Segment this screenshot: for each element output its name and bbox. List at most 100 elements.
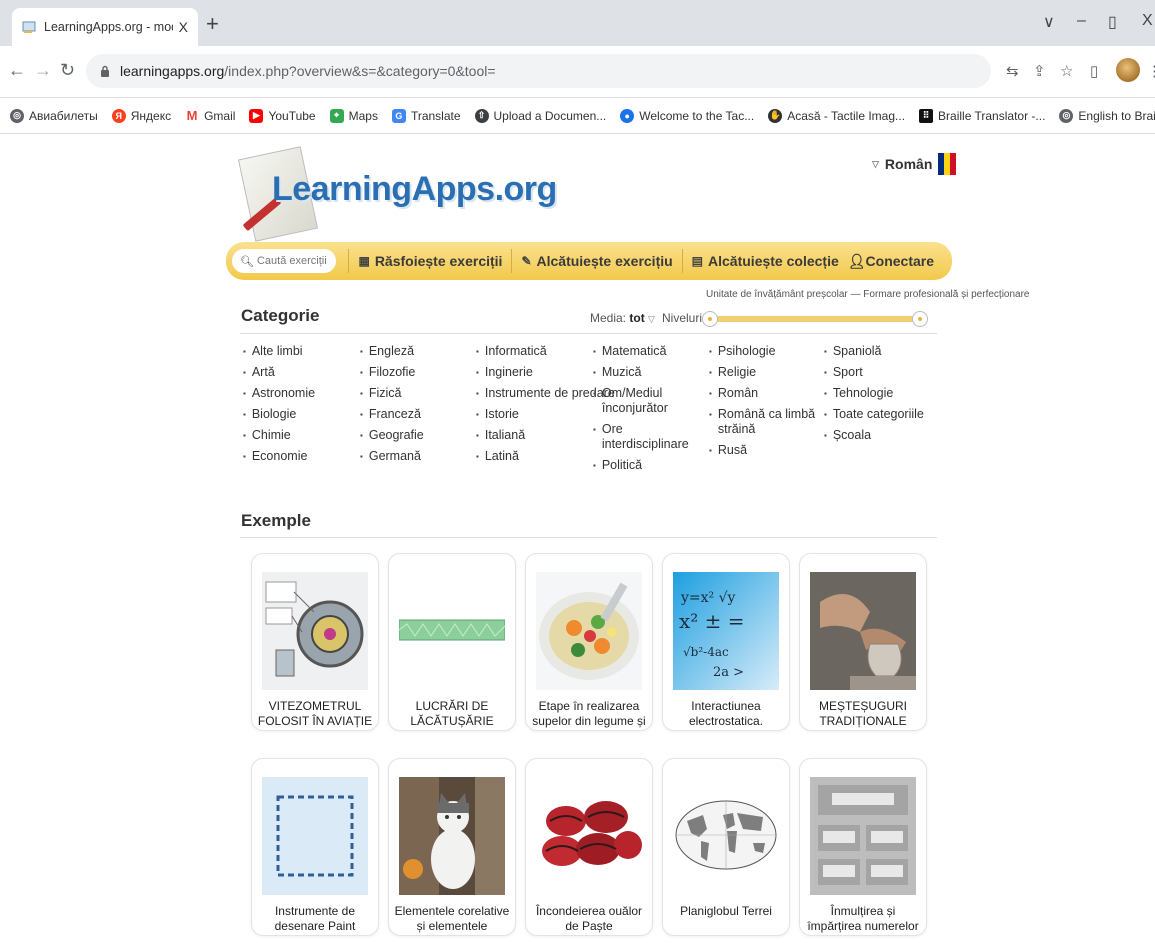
category-link[interactable]: Română ca limbă străină <box>709 407 819 437</box>
bookmark-star-icon[interactable]: ☆ <box>1060 62 1073 80</box>
levels-slider[interactable] <box>702 311 928 327</box>
category-link[interactable]: Instrumente de predare <box>476 386 615 401</box>
example-card[interactable]: Planiglobul Terrei <box>662 758 790 936</box>
close-window-icon[interactable]: X <box>1142 12 1153 30</box>
slider-min-handle[interactable] <box>702 311 718 327</box>
side-panel-icon[interactable]: ▯ <box>1090 62 1098 80</box>
painted-eggs-thumbnail <box>536 777 642 895</box>
url-field[interactable]: learningapps.org/index.php?overview&s=&c… <box>86 54 991 88</box>
back-icon[interactable]: ← <box>8 60 26 81</box>
example-title: LUCRĂRI DE LĂCĂTUȘĂRIE <box>410 699 494 728</box>
youtube-icon: ▶ <box>249 108 264 123</box>
profile-avatar[interactable] <box>1116 58 1140 82</box>
example-card[interactable]: MEȘTEȘUGURI TRADIȚIONALE <box>799 553 927 731</box>
category-link[interactable]: Engleză <box>360 344 480 359</box>
example-card[interactable]: LUCRĂRI DE LĂCĂTUȘĂRIE <box>388 553 516 731</box>
category-link[interactable]: Inginerie <box>476 365 594 380</box>
reload-icon[interactable]: ↻ <box>60 60 75 81</box>
site-logo[interactable]: LearningApps.org <box>237 146 557 248</box>
upload-icon: ⇧ <box>474 108 489 123</box>
login-button[interactable]: 👤︎ Conectare <box>848 253 952 270</box>
category-link[interactable]: Rusă <box>709 443 819 458</box>
create-exercise-button[interactable]: ✎ Alcătuiește exercițiu <box>511 249 681 273</box>
tab-search-icon[interactable]: ∨ <box>1043 12 1055 32</box>
bookmark-item[interactable]: Я Яндекс <box>111 108 171 123</box>
category-link[interactable]: Latină <box>476 449 594 464</box>
category-link[interactable]: Matematică <box>593 344 705 359</box>
bookmark-label: Gmail <box>204 108 236 123</box>
tab-close-icon[interactable]: X <box>179 19 188 35</box>
example-card[interactable]: y=x² √y x² ± = √b²-4ac 2a > Interactiune… <box>662 553 790 731</box>
bookmark-item[interactable]: G Translate <box>391 108 461 123</box>
category-column: Matematică Muzică Om/Mediul înconjurător… <box>593 344 705 479</box>
browser-tab[interactable]: LearningApps.org - module de în X <box>12 8 198 46</box>
svg-text:2a >: 2a > <box>713 665 744 680</box>
category-link[interactable]: Artă <box>243 365 363 380</box>
category-link[interactable]: Toate categoriile <box>824 407 942 422</box>
category-link[interactable]: Italiană <box>476 428 594 443</box>
translate-page-icon[interactable]: ⇆ <box>1006 62 1019 80</box>
share-icon[interactable]: ⇪ <box>1033 62 1046 80</box>
bookmark-item[interactable]: ◎ English to Braille Tr... <box>1059 108 1155 123</box>
browse-exercises-label: Răsfoiește exerciții <box>374 253 503 269</box>
bookmark-item[interactable]: ▶ YouTube <box>249 108 316 123</box>
category-link[interactable]: Filozofie <box>360 365 480 380</box>
category-link[interactable]: Geografie <box>360 428 480 443</box>
search-icon: 🔍︎ <box>240 255 254 268</box>
category-link[interactable]: Ore interdisciplinare <box>593 422 705 452</box>
category-link[interactable]: Om/Mediul înconjurător <box>593 386 705 416</box>
minimize-icon[interactable]: – <box>1077 12 1086 30</box>
create-collection-button[interactable]: ▤ Alcătuiește colecție <box>681 249 848 273</box>
category-link[interactable]: Chimie <box>243 428 363 443</box>
bookmark-item[interactable]: M Gmail <box>185 108 236 123</box>
category-link[interactable]: Român <box>709 386 819 401</box>
bookmark-item[interactable]: ● Welcome to the Tac... <box>620 108 754 123</box>
bookmark-item[interactable]: ⠿ Braille Translator -... <box>919 108 1045 123</box>
category-link[interactable]: Școala <box>824 428 942 443</box>
language-selector[interactable]: ▽ Român <box>872 153 957 175</box>
category-link[interactable]: Muzică <box>593 365 705 380</box>
bookmark-item[interactable]: ⌖ Maps <box>329 108 378 123</box>
example-card[interactable]: Elementele corelative și elementele <box>388 758 516 936</box>
example-card[interactable]: VITEZOMETRUL FOLOSIT ÎN AVIAȚIE <box>251 553 379 731</box>
bookmark-item[interactable]: ✋ Acasă - Tactile Imag... <box>768 108 905 123</box>
example-card[interactable]: Înmulțirea și împărțirea numerelor <box>799 758 927 936</box>
examples-grid: VITEZOMETRUL FOLOSIT ÎN AVIAȚIE LUCRĂRI … <box>251 553 941 943</box>
category-link[interactable]: Franceză <box>360 407 480 422</box>
example-card[interactable]: Etape în realizarea supelor din legume ș… <box>525 553 653 731</box>
example-card[interactable]: Instrumente de desenare Paint <box>251 758 379 936</box>
category-link[interactable]: Germană <box>360 449 480 464</box>
search-input[interactable]: 🔍︎ Caută exerciții <box>232 249 337 273</box>
learningapps-favicon-icon <box>22 21 36 33</box>
world-map-thumbnail <box>673 777 779 895</box>
category-link[interactable]: Tehnologie <box>824 386 942 401</box>
gmail-icon: M <box>185 108 200 123</box>
category-link[interactable]: Psihologie <box>709 344 819 359</box>
menu-icon[interactable]: ⋮ <box>1147 62 1155 80</box>
new-tab-button[interactable]: + <box>206 13 219 35</box>
dropdown-triangle-icon: ▽ <box>872 158 879 169</box>
example-title: Interactiunea electrostatica. <box>688 699 764 728</box>
browse-exercises-button[interactable]: ▦ Răsfoiește exerciții <box>348 249 511 273</box>
forward-icon[interactable]: → <box>34 60 52 81</box>
bookmark-label: Maps <box>348 108 378 123</box>
globe-icon: ◎ <box>1059 108 1074 123</box>
bookmark-item[interactable]: ◎ Авиабилеты <box>10 108 98 123</box>
category-link[interactable]: Alte limbi <box>243 344 363 359</box>
maximize-icon[interactable]: ▯ <box>1108 12 1117 32</box>
category-link[interactable]: Economie <box>243 449 363 464</box>
category-link[interactable]: Religie <box>709 365 819 380</box>
category-link[interactable]: Politică <box>593 458 705 473</box>
category-link[interactable]: Astronomie <box>243 386 363 401</box>
bookmark-label: YouTube <box>268 108 316 123</box>
media-filter[interactable]: Media: tot ▽ <box>590 311 655 325</box>
category-link[interactable]: Sport <box>824 365 942 380</box>
bookmark-item[interactable]: ⇧ Upload a Documen... <box>474 108 606 123</box>
category-link[interactable]: Istorie <box>476 407 594 422</box>
example-card[interactable]: Încondeierea ouălor de Paște <box>525 758 653 936</box>
category-link[interactable]: Spaniolă <box>824 344 942 359</box>
category-link[interactable]: Informatică <box>476 344 594 359</box>
category-link[interactable]: Fizică <box>360 386 480 401</box>
slider-max-handle[interactable] <box>912 311 928 327</box>
category-link[interactable]: Biologie <box>243 407 363 422</box>
